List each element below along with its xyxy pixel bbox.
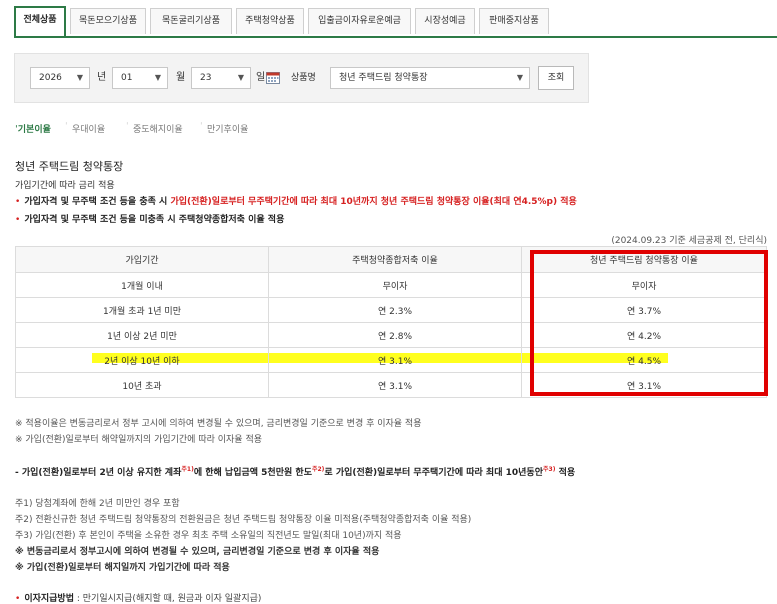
header-period: 가입기간	[15, 246, 269, 273]
tab-lump-sum-saving[interactable]: 목돈모으기상품	[70, 8, 146, 34]
bold-note-2: ※ 가입(전환)일로부터 해지일까지 가입기간에 따라 적용	[15, 563, 230, 573]
year-select[interactable]: 2026 ▼	[30, 67, 90, 89]
calendar-icon[interactable]	[266, 71, 280, 84]
interest-payment-method: • 이자지급방법 : 만기일시지급(해지할 때, 원금과 이자 일괄지급)	[15, 594, 262, 604]
table-cell: 1개월 이내	[15, 272, 269, 298]
chevron-down-icon: ▼	[76, 73, 83, 82]
bullet-icon: •	[15, 215, 21, 225]
subtab-divider: ˈ	[200, 122, 203, 132]
ineligibility-note: • 가입자격 및 무주택 조건 등을 미충족 시 주택청약종합저축 이율 적용	[15, 215, 285, 225]
table-cell: 연 2.3%	[268, 297, 522, 323]
subtab-preferential-rate[interactable]: 우대이율	[72, 122, 105, 135]
table-cell: 무이자	[268, 272, 522, 298]
rate-period-note: ※ 가입(전환)일로부터 해약일까지의 가입기간에 따라 이자율 적용	[15, 435, 263, 445]
tab-discontinued-products[interactable]: 판매중지상품	[479, 8, 549, 34]
product-tab-bar: 전체상품 목돈모으기상품 목돈굴리기상품 주택청약상품 입출금이자유로운예금 시…	[14, 6, 777, 38]
product-select[interactable]: 청년 주택드림 청약통장 ▼	[330, 67, 530, 89]
product-title: 청년 주택드림 청약통장	[15, 160, 124, 173]
rate-basis-note: (2024.09.23 기준 세금공제 전, 단리식)	[611, 236, 767, 246]
product-name-label: 상품명	[291, 73, 316, 83]
tab-marketable-deposit[interactable]: 시장성예금	[415, 8, 475, 34]
header-standard-rate: 주택청약종합저축 이율	[268, 246, 522, 273]
month-select[interactable]: 01 ▼	[112, 67, 168, 89]
month-value: 01	[121, 73, 133, 83]
year-unit: 년	[97, 72, 107, 83]
footnote-2: 주2) 전환신규한 청년 주택드림 청약통장의 전환원금은 청년 주택드림 청약…	[15, 515, 472, 525]
tab-housing-subscription[interactable]: 주택청약상품	[236, 8, 304, 34]
product-select-value: 청년 주택드림 청약통장	[339, 73, 428, 83]
condition-note: - 가입(전환)일로부터 2년 이상 유지한 계좌주1)에 한해 납입금액 5천…	[15, 466, 576, 478]
subtab-post-maturity-rate[interactable]: 만기후이율	[207, 122, 248, 135]
product-subtitle: 가입기간에 따라 금리 적용	[15, 181, 115, 191]
table-cell: 연 3.1%	[268, 347, 522, 373]
table-cell: 10년 초과	[15, 372, 269, 398]
chevron-down-icon: ▼	[154, 73, 161, 82]
bullet-icon: •	[15, 197, 21, 207]
chevron-down-icon: ▼	[516, 73, 523, 82]
subtab-divider: ˈ	[65, 122, 68, 132]
red-annotation-box	[530, 250, 768, 396]
table-cell: 1개월 초과 1년 미만	[15, 297, 269, 323]
table-cell: 연 3.1%	[268, 372, 522, 398]
day-value: 23	[200, 73, 212, 83]
subtab-basic-rate[interactable]: ˈ기본이율	[15, 122, 51, 135]
chevron-down-icon: ▼	[237, 73, 244, 82]
search-button[interactable]: 조회	[538, 66, 574, 90]
rate-variable-note: ※ 적용이율은 변동금리로서 정부 고시에 의하여 변경될 수 있으며, 금리변…	[15, 419, 422, 429]
footnote-1: 주1) 당첨계좌에 한해 2년 미만인 경우 포함	[15, 499, 180, 509]
table-cell: 연 2.8%	[268, 322, 522, 348]
year-value: 2026	[39, 73, 62, 83]
table-cell: 2년 이상 10년 이하	[15, 347, 269, 373]
subtab-divider: ˈ	[126, 122, 129, 132]
eligibility-note: • 가입자격 및 무주택 조건 등을 충족 시 가입(전환)일로부터 무주택기간에…	[15, 197, 577, 207]
day-select[interactable]: 23 ▼	[191, 67, 251, 89]
tab-all-products[interactable]: 전체상품	[14, 6, 66, 36]
bullet-icon: •	[15, 594, 21, 604]
tab-lump-sum-investing[interactable]: 목돈굴리기상품	[150, 8, 232, 34]
footnote-3: 주3) 가입(전환) 후 본인이 주택을 소유한 경우 최초 주택 소유일의 직…	[15, 531, 402, 541]
month-unit: 월	[176, 72, 186, 83]
tab-demand-deposit[interactable]: 입출금이자유로운예금	[308, 8, 411, 34]
subtab-early-termination-rate[interactable]: 중도해지이율	[133, 122, 183, 135]
table-cell: 1년 이상 2년 미만	[15, 322, 269, 348]
day-unit: 일	[256, 72, 266, 83]
bold-note-1: ※ 변동금리로서 정부고시에 의하여 변경될 수 있으며, 금리변경일 기준으로…	[15, 547, 380, 557]
